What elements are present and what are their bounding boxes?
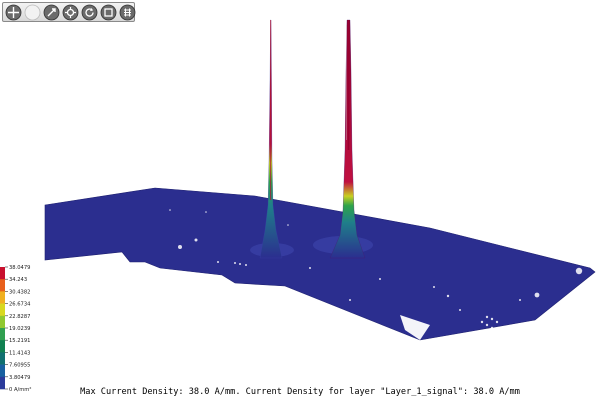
legend-color-swatch [0,364,5,378]
view-toolbar [2,2,136,22]
rotate-view-icon [5,4,22,20]
legend-label: 34.243 [9,277,27,283]
pcb-board-surface [44,187,596,341]
blank-circle-button[interactable] [24,4,41,21]
legend-color-swatch [0,340,5,353]
color-legend: 38.0479 34.243 30.4382 26.6734 22.8287 19.023… [0,265,31,393]
legend-label: 38.0479 [9,265,30,271]
legend-color-swatch [0,279,5,292]
legend-color-swatch [0,315,5,329]
legend-color-swatch [0,328,5,341]
legend-label: 11.4143 [9,350,30,356]
legend-label: 26.6734 [9,302,31,308]
zoom-view-icon [62,4,79,20]
legend-color-swatch [0,352,5,365]
legend-color-swatch [0,291,5,304]
pan-view-button[interactable] [43,4,60,21]
legend-label: 15.2191 [9,338,30,344]
legend-label: 3.80479 [9,375,30,381]
legend-label: 22.8287 [9,314,30,320]
zoom-view-button[interactable] [62,4,79,21]
grid-settings-icon [119,4,136,20]
fit-window-button[interactable] [100,4,117,21]
blank-circle-icon [24,4,41,20]
legend-color-swatch [0,303,5,317]
pan-view-icon [43,4,60,20]
reset-view-button[interactable] [81,4,98,21]
fit-window-icon [100,4,117,20]
legend-label: 7.60955 [9,363,30,369]
rotate-view-button[interactable] [5,4,22,21]
legend-color-swatch [0,267,5,280]
legend-label: 30.4382 [9,289,30,295]
legend-label: 19.0239 [9,326,30,332]
3d-viewport[interactable] [0,0,600,384]
grid-settings-button[interactable] [119,4,136,21]
status-bar-text: Max Current Density: 38.0 A/mm. Current … [80,387,520,397]
reset-view-icon [81,4,98,20]
